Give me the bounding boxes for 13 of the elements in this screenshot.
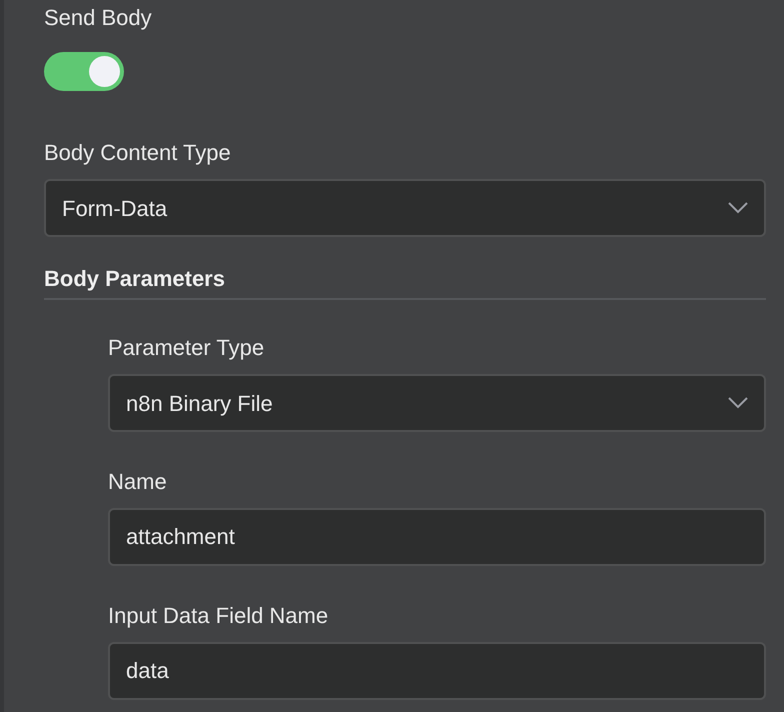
section-heading: Body Parameters <box>44 266 225 291</box>
chevron-down-icon <box>728 202 748 214</box>
dropdown-select[interactable]: n8n Binary File <box>108 374 766 432</box>
toggle-switch[interactable] <box>44 52 124 91</box>
field-label: Input Data Field Name <box>108 602 330 630</box>
field-label: Name <box>108 468 168 496</box>
input-field[interactable]: attachment <box>108 508 766 566</box>
dropdown-select[interactable]: Form-Data <box>44 179 766 237</box>
field-label: Parameter Type <box>108 334 266 362</box>
field-label: Body Content Type <box>44 139 232 167</box>
input-field[interactable]: data <box>108 642 766 700</box>
chevron-down-icon <box>728 397 748 409</box>
field-label: Send Body <box>44 4 153 32</box>
